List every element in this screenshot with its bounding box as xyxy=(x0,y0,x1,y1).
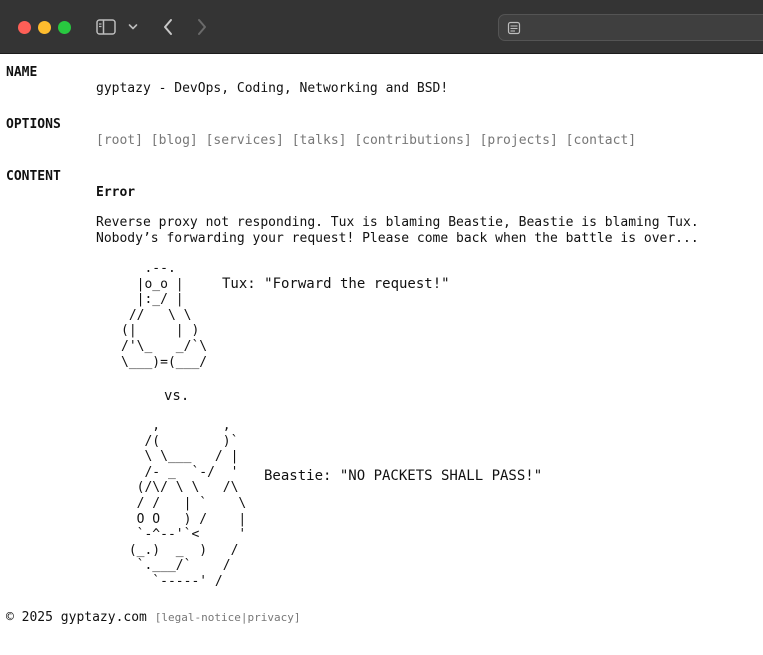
sidebar-toggle-button[interactable] xyxy=(95,16,117,38)
browser-toolbar xyxy=(0,0,763,54)
versus-label: vs. xyxy=(164,388,190,404)
page-footer: © 2025 gyptazy.com [legal-notice|privacy… xyxy=(6,610,300,625)
nav-link-blog[interactable]: [blog] xyxy=(151,133,198,148)
error-message-line-2: Nobody’s forwarding your request! Please… xyxy=(96,231,699,246)
nav-link-contributions[interactable]: [contributions] xyxy=(354,133,471,148)
error-message-line-1: Reverse proxy not responding. Tux is bla… xyxy=(96,215,699,230)
window-minimize-button[interactable] xyxy=(38,21,51,34)
legal-notice-link[interactable]: legal-notice xyxy=(161,611,240,624)
nav-link-talks[interactable]: [talks] xyxy=(292,133,347,148)
address-bar[interactable] xyxy=(498,14,763,41)
nav-link-contact[interactable]: [contact] xyxy=(566,133,636,148)
back-button[interactable] xyxy=(158,16,178,38)
forward-button[interactable] xyxy=(192,16,212,38)
copyright-text: © 2025 gyptazy.com xyxy=(6,610,155,625)
tux-ascii-art: .--. |o_o | |:_/ | // \ \ (| | ) /'\_ _/… xyxy=(121,261,208,370)
footer-bracket-close: ] xyxy=(293,611,301,624)
section-title-options: OPTIONS xyxy=(6,117,61,132)
back-arrow-icon xyxy=(164,19,172,35)
window-zoom-button[interactable] xyxy=(58,21,71,34)
site-tagline: gyptazy - DevOps, Coding, Networking and… xyxy=(96,81,449,96)
beastie-quote: Beastie: "NO PACKETS SHALL PASS!" xyxy=(264,468,543,484)
nav-links: [root] [blog] [services] [talks] [contri… xyxy=(96,133,636,149)
nav-link-projects[interactable]: [projects] xyxy=(480,133,558,148)
nav-link-root[interactable]: [root] xyxy=(96,133,143,148)
window-close-button[interactable] xyxy=(18,21,31,34)
page-menu-icon[interactable] xyxy=(507,21,521,35)
forward-arrow-icon xyxy=(198,19,206,35)
beastie-ascii-art: , , /( )` \ \___ / | /- _ `-/ ' (/\/ \ \… xyxy=(128,418,247,589)
section-title-content: CONTENT xyxy=(6,169,61,184)
sidebar-menu-button[interactable] xyxy=(125,16,141,38)
chevron-down-icon xyxy=(128,24,138,30)
tux-quote: Tux: "Forward the request!" xyxy=(222,276,450,292)
privacy-link[interactable]: privacy xyxy=(247,611,293,624)
error-title: Error xyxy=(96,185,136,200)
sidebar-icon xyxy=(96,19,116,35)
nav-link-services[interactable]: [services] xyxy=(206,133,284,148)
section-title-name: NAME xyxy=(6,65,38,80)
